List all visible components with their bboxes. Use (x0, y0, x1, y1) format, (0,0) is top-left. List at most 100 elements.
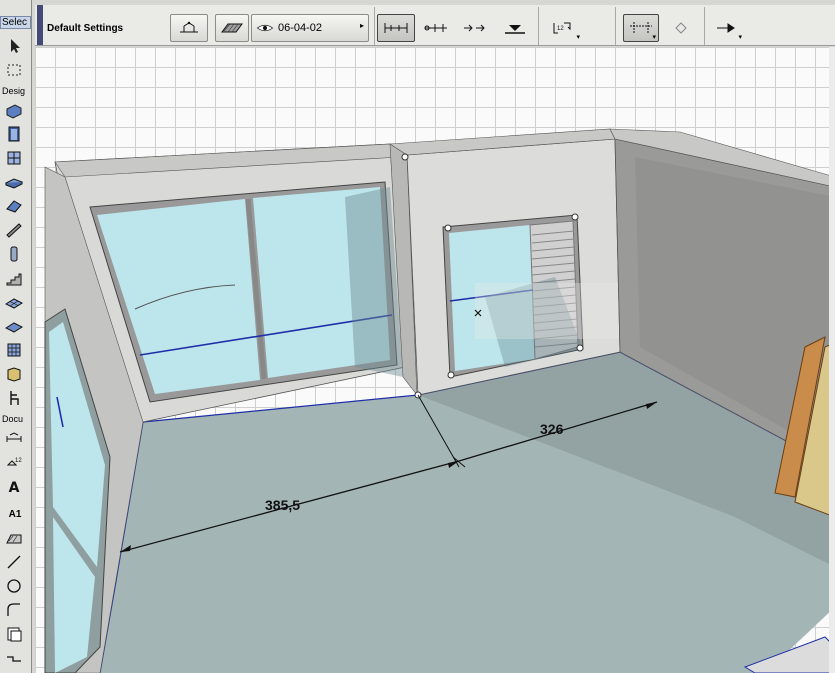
label-tool-label: A1 (8, 508, 22, 520)
grid-icon (7, 343, 21, 357)
svg-text:12: 12 (15, 458, 22, 464)
section-tool[interactable] (3, 648, 25, 668)
object-tool[interactable] (3, 364, 25, 384)
column-icon (10, 246, 18, 262)
level-marker-icon (505, 25, 525, 34)
chair-icon (10, 391, 19, 405)
dimension-tool[interactable] (3, 428, 25, 448)
drawing-tool[interactable] (3, 624, 25, 644)
wall-tool[interactable] (3, 101, 25, 121)
circle-icon (7, 579, 21, 593)
separator (615, 7, 616, 45)
drawing-icon (7, 627, 22, 642)
door-tool[interactable] (3, 124, 25, 144)
geometry-method-button[interactable] (170, 14, 208, 42)
curtain-wall-icon (5, 322, 23, 333)
level-dimension-icon: 12 (6, 458, 22, 466)
arrow-settings-button[interactable]: ▾ (709, 14, 745, 42)
marker-type-button[interactable] (665, 14, 697, 42)
dimension-linear-button[interactable] (377, 14, 415, 42)
line-tool[interactable] (3, 552, 25, 572)
toolbox-design-header[interactable]: Desig (0, 86, 33, 97)
selection-handle[interactable] (444, 224, 452, 232)
toolbox: Selec Desig Docu 12 A A1 (0, 0, 32, 673)
mesh-tool[interactable] (3, 292, 25, 312)
selection-handle[interactable] (571, 213, 579, 221)
dimension-details-button[interactable]: 12 ▾ (543, 14, 583, 42)
arrow-tool[interactable] (3, 36, 25, 56)
curtain-wall-tool[interactable] (3, 316, 25, 336)
marker-type-icon (675, 22, 687, 34)
polyline-icon (7, 603, 20, 616)
eye-icon (256, 24, 274, 32)
geometry-method-icon (180, 21, 198, 33)
separator (704, 7, 705, 45)
chair-tool[interactable] (3, 388, 25, 408)
structure-button[interactable] (215, 14, 249, 42)
marquee-tool[interactable] (3, 60, 25, 80)
column-tool[interactable] (3, 244, 25, 264)
text-tool-label: A (8, 480, 20, 496)
beam-tool[interactable] (3, 220, 25, 240)
arrow-right-icon (717, 23, 735, 33)
dimension-chain-icon (424, 24, 447, 32)
witness-line-button[interactable]: ▾ (623, 14, 659, 42)
chevron-down-icon: ▾ (652, 34, 656, 41)
window-tool[interactable] (3, 148, 25, 168)
tooltip-ghost (475, 283, 640, 339)
chevron-down-icon: ▾ (738, 34, 742, 41)
arrow-pair-icon (464, 24, 485, 32)
svg-text:12: 12 (557, 26, 564, 32)
dimension-details-icon: 12 (553, 22, 571, 34)
selection-handle[interactable] (401, 153, 409, 161)
dimension-level-button[interactable] (497, 14, 533, 42)
dimension-arrow-button[interactable] (457, 14, 493, 42)
info-box-title: Default Settings (47, 23, 124, 34)
separator (374, 7, 375, 45)
door-icon (8, 126, 20, 142)
stair-icon (6, 273, 22, 286)
slab-tool[interactable] (3, 172, 25, 192)
marquee-icon (7, 64, 21, 76)
window-icon (7, 151, 21, 165)
dimension-icon (6, 432, 22, 442)
level-dimension-tool[interactable]: 12 (3, 452, 25, 472)
layer-value: 06-04-02 (278, 22, 323, 34)
dimension-linear-icon (384, 23, 408, 33)
beam-icon (6, 223, 22, 238)
toolbox-document-header[interactable]: Docu (0, 414, 33, 425)
selection-handle[interactable] (447, 371, 455, 379)
label-tool[interactable]: A1 (1, 504, 29, 524)
fill-icon (6, 534, 22, 544)
dimension-chain-button[interactable] (418, 14, 454, 42)
polyline-tool[interactable] (3, 600, 25, 620)
dropdown-arrow-icon: ▸ (359, 21, 364, 30)
selection-handle[interactable] (576, 344, 584, 352)
info-box-grip[interactable] (37, 5, 43, 45)
layer-dropdown[interactable]: 06-04-02 ▸ (251, 14, 369, 42)
object-icon (7, 367, 21, 382)
structure-icon (221, 23, 243, 33)
wall-icon (6, 104, 22, 119)
3d-viewport[interactable]: 385,5 326 (35, 47, 835, 673)
grid-tool[interactable] (3, 340, 25, 360)
separator (538, 7, 539, 45)
3d-model-view: 385,5 326 (44, 128, 835, 673)
text-tool[interactable]: A (3, 478, 25, 498)
roof-icon (6, 200, 22, 213)
toolbox-select-header[interactable]: Selec (0, 16, 31, 29)
dimension-label[interactable]: 326 (540, 421, 564, 437)
line-icon (7, 555, 21, 569)
circle-tool[interactable] (3, 576, 25, 596)
section-icon (7, 656, 21, 662)
slab-icon (5, 178, 23, 189)
roof-tool[interactable] (3, 196, 25, 216)
vertical-scrollbar[interactable] (829, 47, 835, 673)
fill-tool[interactable] (3, 528, 25, 548)
dimension-label[interactable]: 385,5 (265, 497, 300, 513)
stair-tool[interactable] (3, 268, 25, 288)
info-box: Default Settings 06-04-02 ▸ 12 ▾ ▾ ▾ (35, 5, 835, 46)
witness-line-icon (630, 22, 652, 34)
chevron-down-icon: ▾ (576, 34, 580, 41)
mesh-icon (5, 298, 23, 309)
